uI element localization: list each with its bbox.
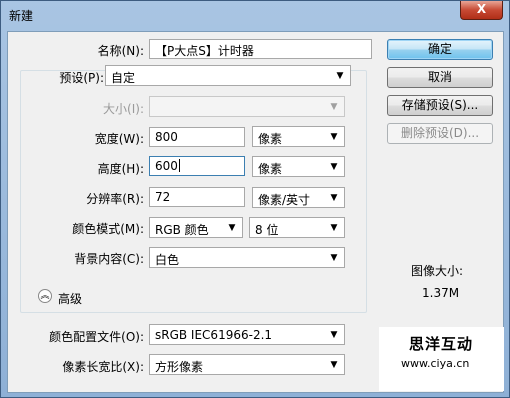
width-unit-value: 像素: [258, 132, 283, 146]
background-label: 背景内容(C):: [74, 252, 144, 266]
text-cursor: [178, 159, 180, 172]
pixel-aspect-select[interactable]: 方形像素 ▼: [149, 354, 345, 375]
close-button[interactable]: X: [460, 1, 503, 20]
watermark-url: www.ciya.cn: [401, 357, 470, 370]
width-input[interactable]: 800: [149, 127, 245, 147]
image-size-label: 图像大小:: [411, 264, 464, 278]
color-profile-value: sRGB IEC61966-2.1: [155, 328, 273, 342]
resolution-unit-value: 像素/英寸: [258, 193, 311, 207]
height-value: 600: [155, 159, 178, 173]
ok-button[interactable]: 确定: [387, 39, 493, 60]
color-profile-select[interactable]: sRGB IEC61966-2.1 ▼: [149, 324, 345, 345]
chevron-down-icon: ▼: [330, 193, 338, 203]
chevron-down-icon: ▼: [330, 330, 338, 340]
resolution-unit-select[interactable]: 像素/英寸 ▼: [252, 187, 345, 208]
preset-select[interactable]: 自定 ▼: [105, 65, 351, 86]
size-label: 大小(I):: [103, 102, 144, 116]
preset-label: 预设(P):: [59, 71, 104, 85]
height-label: 高度(H):: [97, 162, 144, 176]
color-mode-select[interactable]: RGB 颜色 ▼: [149, 217, 243, 238]
height-unit-select[interactable]: 像素 ▼: [252, 156, 345, 177]
name-input[interactable]: 【P大点S】计时器: [149, 39, 372, 59]
size-select: ▼: [149, 96, 345, 117]
chevron-down-icon: ▼: [330, 102, 338, 112]
color-profile-label: 颜色配置文件(O):: [49, 330, 144, 344]
name-label: 名称(N):: [97, 44, 144, 58]
advanced-label[interactable]: 高级: [58, 290, 82, 307]
cancel-button[interactable]: 取消: [387, 67, 493, 88]
chevron-down-icon: ▼: [330, 162, 338, 172]
delete-preset-button: 删除预设(D)...: [387, 123, 493, 144]
bit-depth-select[interactable]: 8 位 ▼: [249, 217, 345, 238]
width-unit-select[interactable]: 像素 ▼: [252, 126, 345, 147]
window-title: 新建: [9, 9, 34, 23]
save-preset-button[interactable]: 存储预设(S)...: [387, 95, 493, 116]
chevron-down-icon: ▼: [330, 223, 338, 233]
bit-depth-value: 8 位: [255, 223, 279, 237]
watermark-title: 思洋互动: [409, 335, 474, 353]
new-document-dialog: 新建 X 名称(N): 【P大点S】计时器 预设(P): 自定 ▼ 大小(I):…: [0, 0, 510, 398]
color-mode-label: 颜色模式(M):: [72, 222, 144, 236]
background-select[interactable]: 白色 ▼: [149, 247, 345, 268]
background-value: 白色: [155, 253, 180, 267]
height-input[interactable]: 600: [149, 156, 245, 176]
chevron-down-icon: ▼: [330, 253, 338, 263]
height-unit-value: 像素: [258, 162, 283, 176]
color-mode-value: RGB 颜色: [155, 223, 209, 237]
image-size-value: 1.37M: [422, 286, 460, 300]
width-label: 宽度(W):: [94, 132, 144, 146]
chevron-down-icon: ▼: [330, 132, 338, 142]
title-bar[interactable]: 新建 X: [1, 1, 509, 29]
resolution-input[interactable]: 72: [149, 187, 245, 207]
chevron-down-icon: ▼: [228, 223, 236, 233]
pixel-aspect-value: 方形像素: [155, 360, 204, 374]
watermark: 思洋互动 www.ciya.cn: [379, 327, 504, 391]
chevron-up-double-icon[interactable]: ︽: [38, 289, 52, 303]
chevron-down-icon: ▼: [336, 71, 344, 81]
resolution-label: 分辨率(R):: [86, 192, 144, 206]
preset-value: 自定: [111, 71, 136, 85]
pixel-aspect-label: 像素长宽比(X):: [62, 360, 144, 374]
chevron-down-icon: ▼: [330, 360, 338, 370]
